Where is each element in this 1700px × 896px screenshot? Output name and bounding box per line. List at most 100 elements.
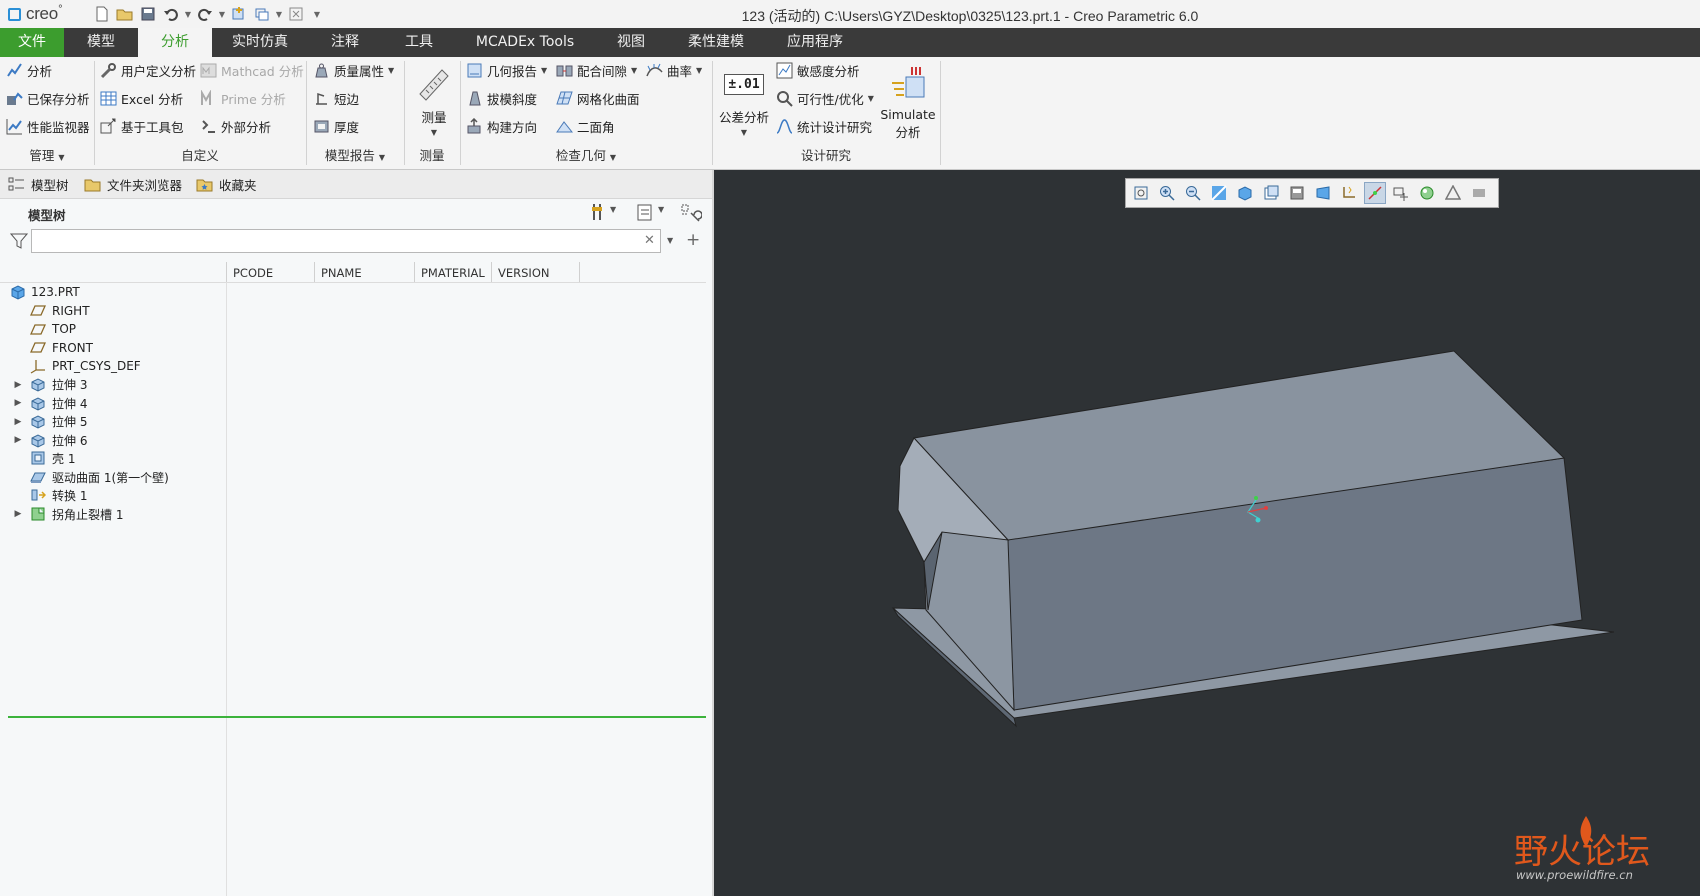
analysis-button[interactable]: 分析 [6, 59, 52, 81]
column-pname[interactable]: PNAME [314, 262, 414, 282]
tree-search-row: ✕ ▼ + [0, 227, 712, 255]
customize-icon[interactable]: ▼ [309, 4, 325, 24]
chevron-down-icon: ▼ [867, 93, 874, 103]
undo-dropdown-icon[interactable]: ▼ [184, 4, 192, 24]
search-dropdown-icon[interactable]: ▼ [667, 236, 673, 245]
windows-icon[interactable] [252, 4, 272, 24]
new-icon[interactable] [92, 4, 112, 24]
open-icon[interactable] [115, 4, 135, 24]
tab-model[interactable]: 模型 [64, 28, 138, 57]
tab-file[interactable]: 文件 [0, 28, 64, 57]
group-measure-label: 测量 [419, 148, 445, 163]
draft-button[interactable]: 拔模斜度 [466, 87, 537, 109]
group-inspect-geometry-label[interactable]: 检查几何 ▼ [460, 147, 712, 165]
tab-mcadex-tools[interactable]: MCADEx Tools [456, 28, 594, 57]
clear-search-icon[interactable]: ✕ [644, 233, 655, 248]
model-tree-header: 模型树 ▼ ▼ [0, 199, 712, 225]
save-icon[interactable] [138, 4, 158, 24]
excel-analysis-button[interactable]: Excel 分析 [100, 87, 183, 109]
tree-item[interactable]: ▶ 拉伸 3 [0, 375, 226, 395]
dihedral-angle-button[interactable]: 二面角 [556, 115, 615, 137]
tree-item-label: 拉伸 5 [52, 415, 88, 429]
filter-icon[interactable] [9, 232, 29, 253]
toolkit-based-button[interactable]: 基于工具包 [100, 115, 184, 137]
external-analysis-button[interactable]: 外部分析 [200, 115, 271, 137]
watermark-url: www.proewildfire.cn [1516, 868, 1633, 882]
redo-icon[interactable] [195, 4, 215, 24]
tree-item[interactable]: 驱动曲面 1(第一个壁) [0, 467, 226, 487]
tab-applications[interactable]: 应用程序 [764, 28, 866, 57]
feasibility-optimization-button[interactable]: 可行性/优化 ▼ [776, 87, 874, 109]
user-defined-analysis-button[interactable]: 用户定义分析 [100, 59, 196, 81]
tree-item[interactable]: FRONT [0, 338, 226, 358]
saved-analysis-button[interactable]: 已保存分析 [6, 87, 90, 109]
extrude-icon [30, 395, 47, 412]
show-dropdown-icon[interactable]: ▼ [658, 205, 664, 214]
ruler-icon [408, 61, 460, 107]
windows-dropdown-icon[interactable]: ▼ [275, 4, 283, 24]
statistical-design-study-button[interactable]: 统计设计研究 [776, 115, 872, 137]
tree-settings-dropdown-icon[interactable]: ▼ [610, 205, 616, 214]
nav-tab-favorites[interactable]: 收藏夹 [196, 170, 257, 198]
add-filter-icon[interactable]: + [686, 230, 700, 250]
tree-item[interactable]: PRT_CSYS_DEF [0, 356, 226, 376]
tab-flexible-modeling[interactable]: 柔性建模 [668, 28, 764, 57]
tree-item[interactable]: 123.PRT [0, 282, 226, 302]
measure-button[interactable]: 测量 ▼ [408, 61, 460, 137]
tree-item[interactable]: ▶ 拉伸 5 [0, 412, 226, 432]
show-icon[interactable] [636, 201, 654, 223]
tree-item[interactable]: ▶ 拉伸 4 [0, 393, 226, 413]
nav-tab-folder-browser[interactable]: 文件夹浏览器 [84, 170, 182, 198]
tree-item[interactable]: 壳 1 [0, 449, 226, 469]
tree-item[interactable]: ▶ 拐角止裂槽 1 [0, 504, 226, 524]
tolerance-analysis-button[interactable]: ±.01 公差分析 ▼ [716, 61, 772, 137]
draft-icon [466, 90, 483, 107]
graphics-window[interactable]: 野火论坛 www.proewildfire.cn [714, 170, 1700, 896]
expand-arrow-icon[interactable]: ▶ [13, 380, 23, 390]
tab-analysis[interactable]: 分析 [138, 28, 212, 58]
expand-arrow-icon[interactable]: ▶ [13, 417, 23, 427]
mass-properties-button[interactable]: 质量属性 ▼ [313, 59, 394, 81]
nav-tab-model-tree[interactable]: 模型树 [8, 170, 69, 198]
tree-filters-icon[interactable] [680, 201, 703, 223]
redo-dropdown-icon[interactable]: ▼ [218, 4, 226, 24]
tab-view[interactable]: 视图 [594, 28, 668, 57]
tree-item[interactable]: TOP [0, 319, 226, 339]
tab-tools[interactable]: 工具 [382, 28, 456, 57]
watermark: 野火论坛 www.proewildfire.cn [1514, 810, 1694, 890]
insert-here-indicator[interactable] [8, 716, 706, 718]
tree-settings-icon[interactable] [590, 201, 608, 223]
tab-live-simulation[interactable]: 实时仿真 [212, 28, 308, 57]
group-manage-label[interactable]: 管理 ▼ [0, 147, 94, 165]
build-direction-button[interactable]: 构建方向 [466, 115, 537, 137]
short-edge-button[interactable]: 短边 [313, 87, 359, 109]
performance-monitor-button[interactable]: 性能监视器 [6, 115, 90, 137]
simulate-icon [878, 61, 938, 107]
geometry-report-button[interactable]: 几何报告 ▼ [466, 59, 547, 81]
tree-item[interactable]: RIGHT [0, 301, 226, 321]
curvature-button[interactable]: 曲率 ▼ [646, 59, 702, 81]
close-window-icon[interactable] [286, 4, 306, 24]
column-version[interactable]: VERSION [491, 262, 579, 282]
sensitivity-analysis-button[interactable]: 敏感度分析 [776, 59, 860, 81]
thickness-button[interactable]: 厚度 [313, 115, 359, 137]
undo-icon[interactable] [161, 4, 181, 24]
column-pmaterial[interactable]: PMATERIAL [414, 262, 491, 282]
group-model-report-label[interactable]: 模型报告 ▼ [306, 147, 404, 165]
tree-item-label: 123.PRT [31, 285, 80, 299]
clearance-button[interactable]: 配合间隙 ▼ [556, 59, 637, 81]
column-pcode[interactable]: PCODE [226, 262, 314, 282]
regenerate-icon[interactable] [229, 4, 249, 24]
tab-annotate[interactable]: 注释 [308, 28, 382, 57]
tree-item[interactable]: 转换 1 [0, 486, 226, 506]
tree-search-input[interactable] [31, 229, 661, 253]
expand-arrow-icon[interactable]: ▶ [13, 435, 23, 445]
model-viewport[interactable] [714, 170, 1700, 896]
expand-arrow-icon[interactable]: ▶ [13, 509, 23, 519]
expand-arrow-icon[interactable]: ▶ [13, 398, 23, 408]
simulate-analysis-button[interactable]: Simulate 分析 [878, 61, 938, 141]
chevron-down-icon: ▼ [378, 153, 386, 162]
mesh-surface-button[interactable]: 网格化曲面 [556, 87, 640, 109]
tree-column-header: PCODE PNAME PMATERIAL VERSION [0, 262, 706, 283]
tree-item[interactable]: ▶ 拉伸 6 [0, 430, 226, 450]
